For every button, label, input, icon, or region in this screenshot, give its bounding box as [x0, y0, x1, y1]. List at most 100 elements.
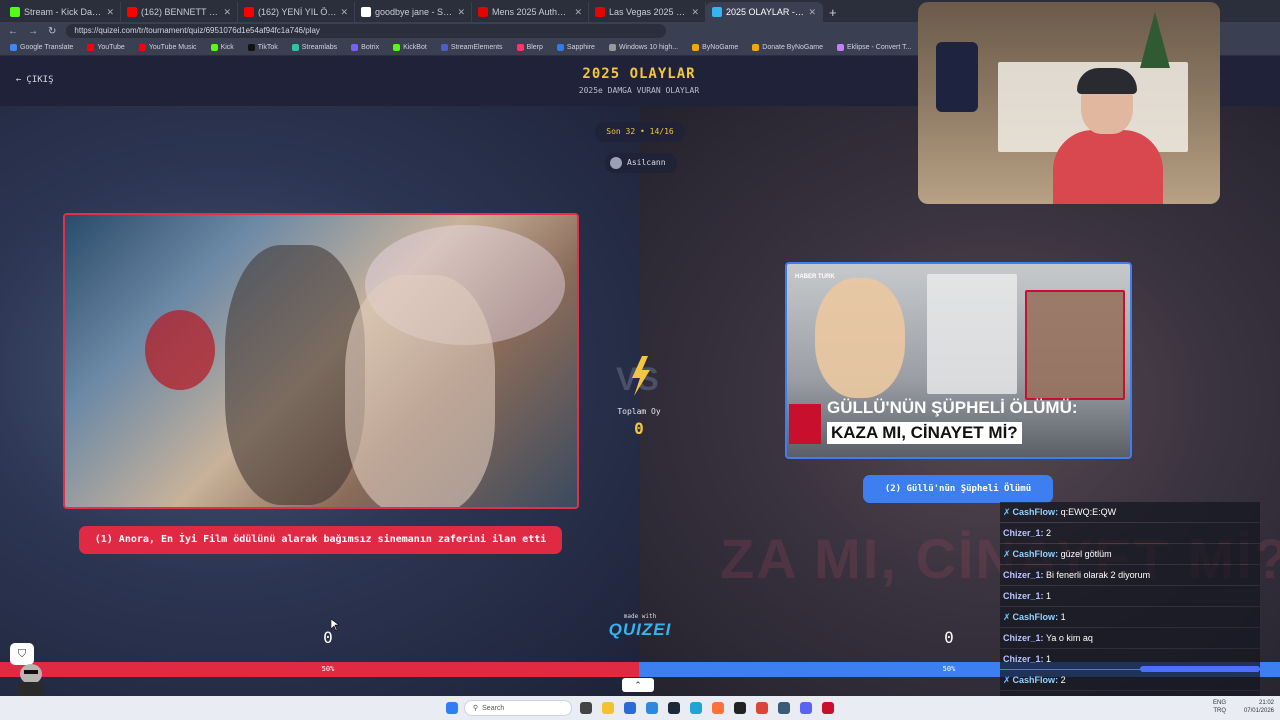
bookmark-item[interactable]: Kick: [210, 44, 234, 51]
tab-favicon-icon: [244, 7, 254, 17]
app-icon[interactable]: [734, 702, 746, 714]
chat-username: CashFlow: [1012, 675, 1056, 685]
steam-alt-icon[interactable]: [778, 702, 790, 714]
taskbar-search[interactable]: ⚲ Search: [464, 700, 572, 716]
file-explorer-icon[interactable]: [602, 702, 614, 714]
bookmark-item[interactable]: Windows 10 high...: [608, 44, 678, 51]
bookmark-icon: [608, 44, 616, 51]
close-icon[interactable]: ✕: [574, 7, 582, 18]
tab-favicon-icon: [712, 7, 722, 17]
browser-tab[interactable]: (162) BENNETT - Lullaby (Offi✕: [121, 2, 238, 22]
bookmark-label: Google Translate: [20, 44, 74, 51]
right-vote-count: 0: [944, 628, 954, 647]
photo-figure-left: [225, 245, 365, 505]
task-view-icon[interactable]: [580, 702, 592, 714]
browser-tab[interactable]: goodbye jane - Search✕: [355, 2, 472, 22]
chat-username: Chizer_1: [1003, 591, 1041, 601]
chat-message: Chizer_1: 2: [1000, 523, 1260, 543]
bookmark-item[interactable]: StreamElements: [440, 44, 503, 51]
bookmark-item[interactable]: Blerp: [516, 44, 543, 51]
chrome-icon[interactable]: [756, 702, 768, 714]
lang-2: TRQ: [1213, 708, 1226, 714]
new-tab-button[interactable]: +: [823, 2, 843, 22]
chevron-up-icon[interactable]: ⌃: [622, 678, 654, 692]
right-option-image[interactable]: HABER TURK GÜLLÜ'NÜN ŞÜPHELİ ÖLÜMÜ: KAZA…: [785, 262, 1132, 459]
language-indicator[interactable]: ENG TRQ: [1188, 699, 1226, 715]
bookmark-item[interactable]: TikTok: [247, 44, 278, 51]
right-percent: 50%: [942, 665, 956, 673]
chat-overlay: ✗ CashFlow: q:EWQ:E:QW Chizer_1: 2 ✗ CashFlo…: [1000, 502, 1280, 711]
close-icon[interactable]: ✕: [808, 7, 816, 18]
bookmark-icon: [516, 44, 524, 51]
store-icon[interactable]: [624, 702, 636, 714]
bookmark-label: Eklipse - Convert T...: [846, 44, 912, 51]
back-icon[interactable]: ←: [8, 26, 18, 37]
bookmark-label: YouTube: [97, 44, 125, 51]
browser-tab[interactable]: Stream - Kick Dashboard ✕: [4, 2, 121, 22]
image-headline-1: GÜLLÜ'NÜN ŞÜPHELİ ÖLÜMÜ:: [827, 398, 1078, 417]
chat-message: ✗ CashFlow: q:EWQ:E:QW: [1000, 502, 1260, 522]
bookmark-label: KickBot: [403, 44, 427, 51]
edge-icon[interactable]: [690, 702, 702, 714]
close-icon[interactable]: ✕: [691, 7, 699, 18]
news-logo: HABER TURK: [795, 274, 835, 280]
close-icon[interactable]: ✕: [340, 7, 348, 18]
mail-icon[interactable]: [646, 702, 658, 714]
chat-text: 1: [1046, 591, 1052, 601]
bookmark-item[interactable]: ByNoGame: [692, 44, 738, 51]
chat-message: Chizer_1: Ya o kim aq: [1000, 628, 1260, 648]
bookmark-icon: [247, 44, 255, 51]
windows-taskbar: [0, 696, 1280, 720]
bookmark-item[interactable]: YouTube: [87, 44, 125, 51]
brand-badge[interactable]: made with QUIZEI: [608, 613, 672, 640]
chat-text: 2: [1046, 528, 1052, 538]
webcam-jersey: [936, 42, 978, 112]
app-red-icon[interactable]: [822, 702, 834, 714]
clock-date: 07/01/2026: [1243, 708, 1274, 714]
taskbar-clock[interactable]: 21:02 07/01/2026: [1230, 699, 1274, 715]
browser-tab[interactable]: 2025 OLAYLAR - Tier List, Kör Sıral✕: [706, 2, 823, 22]
right-option-button[interactable]: (2) Güllü'nün Şüpheli Ölümü: [863, 475, 1053, 503]
discord-icon[interactable]: [800, 702, 812, 714]
tab-favicon-icon: [478, 7, 488, 17]
chat-message: ✗ CashFlow: 1: [1000, 607, 1260, 627]
badge-icon: ✗: [1003, 612, 1011, 622]
steam-icon[interactable]: [668, 702, 680, 714]
chat-text: Bi fenerli olarak 2 diyorum: [1046, 570, 1151, 580]
browser-tab[interactable]: Mens 2025 Authentic Driver Tee W ✕: [472, 2, 589, 22]
search-placeholder: Search: [482, 704, 505, 712]
vs-lightning-icon: VS: [616, 356, 659, 397]
browser-tab[interactable]: (162) YENİ YIL ÖZEL - KICK WRAP ✕: [238, 2, 355, 22]
badge-icon: ✗: [1003, 549, 1011, 559]
close-icon[interactable]: ✕: [223, 7, 231, 18]
url-field[interactable]: https://quizei.com/tr/tournament/quiz/69…: [66, 24, 667, 38]
tab-favicon-icon: [127, 7, 137, 17]
bookmark-item[interactable]: Google Translate: [10, 44, 73, 51]
bookmark-item[interactable]: Donate ByNoGame: [752, 44, 823, 51]
bookmark-item[interactable]: KickBot: [393, 44, 427, 51]
browser-tab[interactable]: Las Vegas 2025 Limited Edition T- ✕: [589, 2, 706, 22]
reload-icon[interactable]: ↻: [48, 26, 56, 37]
made-with-label: made with: [623, 613, 657, 620]
bookmark-icon: [440, 44, 448, 51]
bookmark-item[interactable]: YouTube Music: [138, 44, 197, 51]
close-icon[interactable]: ✕: [457, 7, 465, 18]
windows-start-icon[interactable]: [446, 702, 458, 714]
bookmark-icon: [87, 44, 95, 51]
forward-icon[interactable]: →: [28, 26, 38, 37]
bookmark-item[interactable]: Eklipse - Convert T...: [836, 44, 912, 51]
firefox-icon[interactable]: [712, 702, 724, 714]
bookmark-item[interactable]: Streamlabs: [291, 44, 337, 51]
left-option-button[interactable]: (1) Anora, En İyi Film ödülünü alarak ba…: [79, 526, 562, 554]
avatar: [610, 157, 622, 169]
bookmark-item[interactable]: Botrix: [351, 44, 379, 51]
chat-scrollbar: [1140, 666, 1260, 672]
left-option-image[interactable]: [63, 213, 579, 509]
webcam-tree: [1140, 12, 1170, 68]
bookmark-item[interactable]: Sapphire: [556, 44, 595, 51]
tab-label: goodbye jane - Search: [375, 7, 454, 17]
close-icon[interactable]: ✕: [106, 7, 114, 18]
bookmark-label: Botrix: [361, 44, 380, 51]
bookmark-icon: [692, 44, 700, 51]
mouse-cursor-icon: [331, 619, 339, 631]
